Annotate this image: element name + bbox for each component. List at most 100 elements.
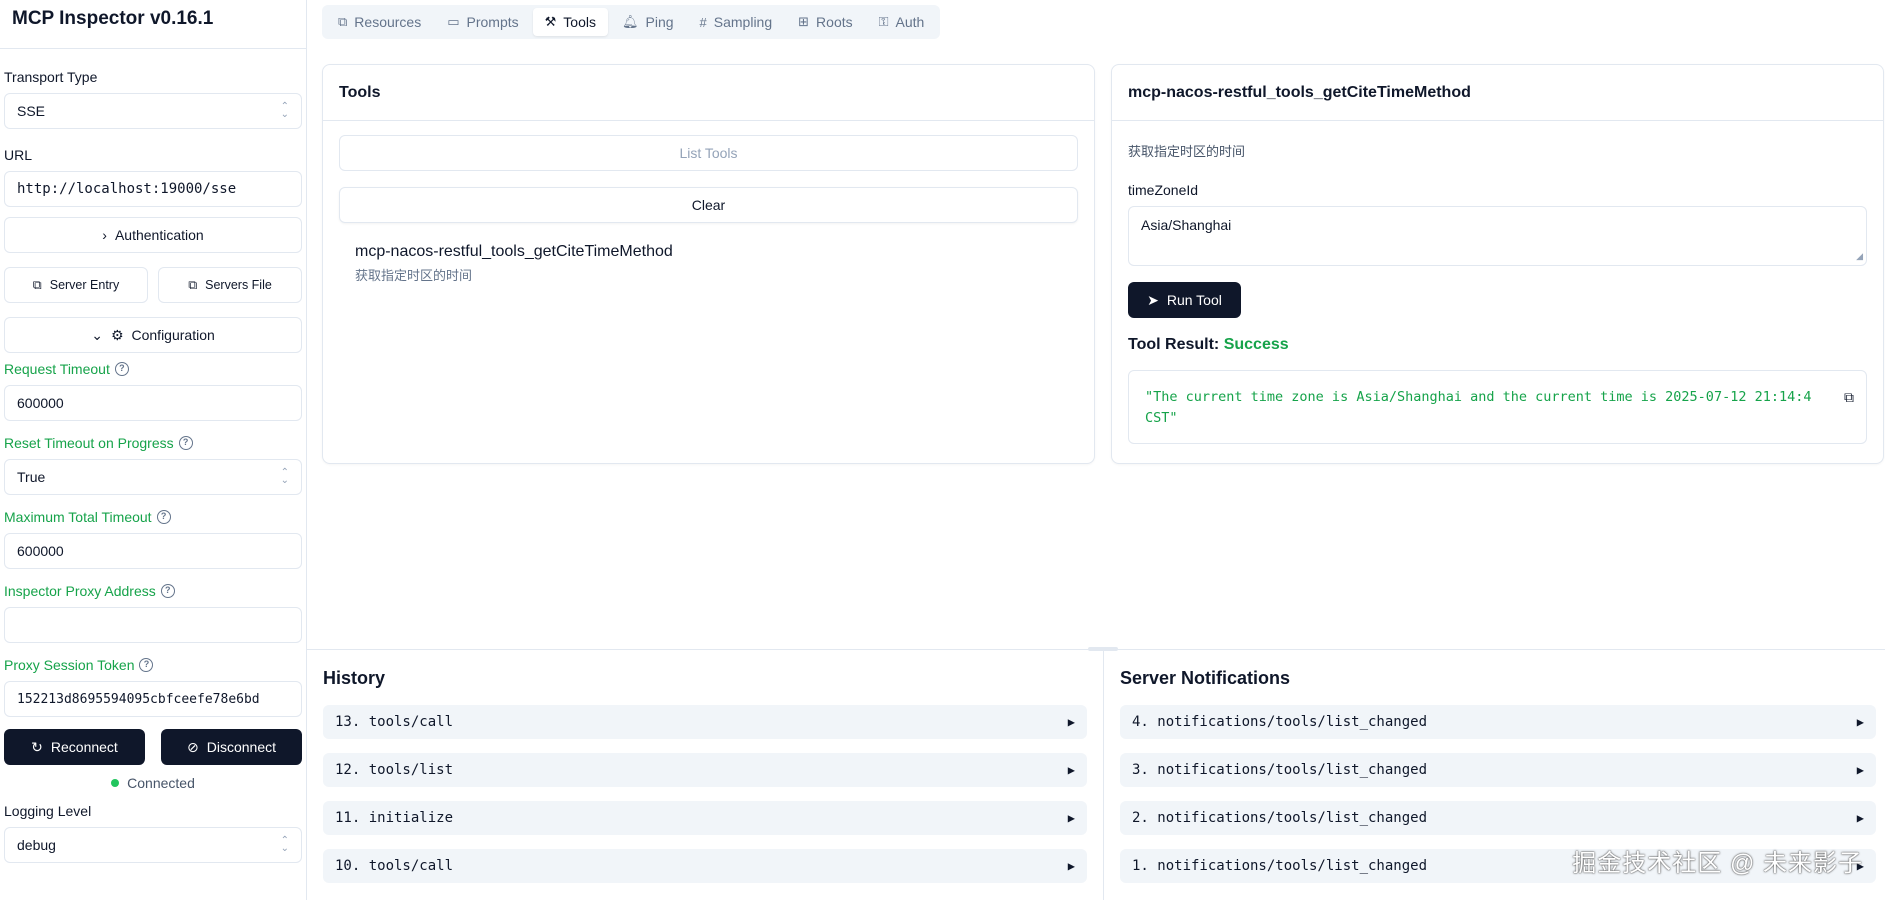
max-timeout-input[interactable]	[4, 533, 302, 569]
tool-name: mcp-nacos-restful_tools_getCiteTimeMetho…	[355, 243, 673, 260]
tool-detail-card: mcp-nacos-restful_tools_getCiteTimeMetho…	[1111, 64, 1884, 464]
tab-prompts[interactable]: ▭ Prompts	[435, 8, 530, 36]
expand-icon: ▶	[1067, 763, 1075, 777]
help-icon[interactable]: ?	[139, 658, 154, 672]
proxy-address-text: Inspector Proxy Address	[4, 583, 156, 599]
max-timeout-label: Maximum Total Timeout ?	[4, 509, 302, 525]
notification-entry[interactable]: 2. notifications/tools/list_changed ▶	[1120, 801, 1876, 835]
server-entry-button[interactable]: ⧉ Server Entry	[4, 267, 148, 303]
tab-roots[interactable]: ⊞ Roots	[786, 8, 864, 36]
tool-detail-title: mcp-nacos-restful_tools_getCiteTimeMetho…	[1112, 65, 1883, 121]
reset-timeout-value: True	[17, 469, 46, 485]
run-tool-button[interactable]: ➤ Run Tool	[1128, 282, 1241, 318]
request-timeout-text: Request Timeout	[4, 361, 110, 377]
max-timeout-text: Maximum Total Timeout	[4, 509, 152, 525]
history-entry[interactable]: 12. tools/list ▶	[323, 753, 1087, 787]
expand-icon: ▶	[1067, 715, 1075, 729]
chevron-updown-icon: ⌃ ⌄	[280, 835, 289, 854]
refresh-icon: ↻	[31, 738, 43, 755]
notification-entry-label: 4. notifications/tools/list_changed	[1132, 714, 1428, 730]
url-input[interactable]	[4, 171, 302, 207]
disconnect-button[interactable]: ⊘ Disconnect	[161, 729, 302, 765]
prompts-icon: ▭	[447, 14, 460, 29]
disconnect-label: Disconnect	[206, 739, 276, 755]
history-entry-label: 10. tools/call	[335, 858, 454, 874]
resources-icon: ⧉	[338, 14, 348, 29]
tab-label: Ping	[645, 14, 674, 30]
configuration-button[interactable]: ⌄ ⚙ Configuration	[4, 317, 302, 353]
list-tools-button[interactable]: List Tools	[339, 135, 1078, 171]
history-entry[interactable]: 13. tools/call ▶	[323, 705, 1087, 739]
help-icon[interactable]: ?	[160, 584, 175, 598]
notifications-title: Server Notifications	[1120, 668, 1291, 688]
reset-timeout-select[interactable]: True ⌃ ⌄	[4, 459, 302, 495]
tool-result-status: Success	[1223, 336, 1289, 353]
tools-card-title: Tools	[323, 65, 1094, 121]
copy-icon[interactable]: ⧉	[1844, 388, 1854, 409]
param-label: timeZoneId	[1128, 182, 1199, 198]
tab-label: Resources	[354, 14, 422, 30]
timezone-value: Asia/Shanghai	[1141, 217, 1232, 233]
history-entry[interactable]: 10. tools/call ▶	[323, 849, 1087, 883]
authentication-label: Authentication	[114, 227, 204, 243]
servers-file-button[interactable]: ⧉ Servers File	[158, 267, 302, 303]
send-icon: ➤	[1147, 291, 1159, 308]
tab-ping[interactable]: 🔔︎ Ping	[610, 8, 686, 36]
transport-type-label: Transport Type	[4, 69, 98, 85]
tools-card: Tools List Tools Clear mcp-nacos-restful…	[322, 64, 1095, 464]
tab-label: Sampling	[713, 14, 773, 30]
disconnect-icon: ⊘	[187, 738, 199, 755]
tab-sampling[interactable]: # Sampling	[688, 8, 785, 36]
copy-icon: ⧉	[188, 277, 198, 292]
history-title: History	[323, 668, 386, 688]
notification-entry-label: 1. notifications/tools/list_changed	[1132, 858, 1428, 874]
reset-timeout-text: Reset Timeout on Progress	[4, 435, 174, 451]
authentication-button[interactable]: › Authentication	[4, 217, 302, 253]
chevron-updown-icon: ⌃ ⌄	[280, 467, 289, 486]
history-entry-label: 13. tools/call	[335, 714, 454, 730]
timezone-input[interactable]: Asia/Shanghai ◢	[1128, 206, 1867, 266]
proxy-token-input[interactable]	[4, 681, 302, 717]
history-entry-label: 11. initialize	[335, 810, 454, 826]
panel-divider-vertical	[1103, 650, 1104, 900]
app-title: MCP Inspector v0.16.1	[12, 8, 214, 29]
logging-level-select[interactable]: debug ⌃ ⌄	[4, 827, 302, 863]
connection-status: Connected	[4, 775, 302, 791]
proxy-address-input[interactable]	[4, 607, 302, 643]
expand-icon: ▶	[1067, 859, 1075, 873]
tab-tools[interactable]: ⚒ Tools	[532, 8, 608, 36]
tool-list-item[interactable]: mcp-nacos-restful_tools_getCiteTimeMetho…	[355, 243, 1062, 284]
transport-type-value: SSE	[17, 103, 46, 119]
history-panel: History 13. tools/call ▶ 12. tools/list ▶ …	[323, 650, 1087, 883]
proxy-address-label: Inspector Proxy Address ?	[4, 583, 302, 599]
transport-type-select[interactable]: SSE ⌃ ⌄	[4, 93, 302, 129]
notification-entry[interactable]: 4. notifications/tools/list_changed ▶	[1120, 705, 1876, 739]
tool-result-heading: Tool Result: Success	[1128, 336, 1867, 354]
notification-entry[interactable]: 3. notifications/tools/list_changed ▶	[1120, 753, 1876, 787]
chevron-updown-icon: ⌃ ⌄	[280, 101, 289, 120]
history-entry[interactable]: 11. initialize ▶	[323, 801, 1087, 835]
clear-button[interactable]: Clear	[339, 187, 1078, 223]
tool-description: 获取指定时区的时间	[355, 268, 473, 283]
reset-timeout-label: Reset Timeout on Progress ?	[4, 435, 302, 451]
tree-icon: ⊞	[798, 14, 810, 29]
expand-icon: ▶	[1067, 811, 1075, 825]
tab-auth[interactable]: ⚿ Auth	[867, 8, 937, 36]
hash-icon: #	[699, 14, 707, 30]
help-icon[interactable]: ?	[114, 362, 129, 376]
reconnect-button[interactable]: ↻ Reconnect	[4, 729, 145, 765]
help-icon[interactable]: ?	[178, 436, 193, 450]
resize-handle-icon[interactable]: ◢	[1856, 251, 1863, 262]
tab-label: Roots	[816, 14, 853, 30]
help-icon[interactable]: ?	[156, 510, 171, 524]
tool-result-line: "The current time zone is Asia/Shanghai …	[1145, 389, 1812, 405]
tab-label: Tools	[563, 14, 596, 30]
history-entry-label: 12. tools/list	[335, 762, 454, 778]
tab-resources[interactable]: ⧉ Resources	[326, 8, 433, 36]
servers-file-label: Servers File	[205, 278, 272, 292]
tab-label: Auth	[895, 14, 925, 30]
notification-entry-label: 3. notifications/tools/list_changed	[1132, 762, 1428, 778]
request-timeout-input[interactable]	[4, 385, 302, 421]
tool-result-label: Tool Result:	[1128, 336, 1224, 353]
tool-detail-description: 获取指定时区的时间	[1128, 144, 1246, 159]
